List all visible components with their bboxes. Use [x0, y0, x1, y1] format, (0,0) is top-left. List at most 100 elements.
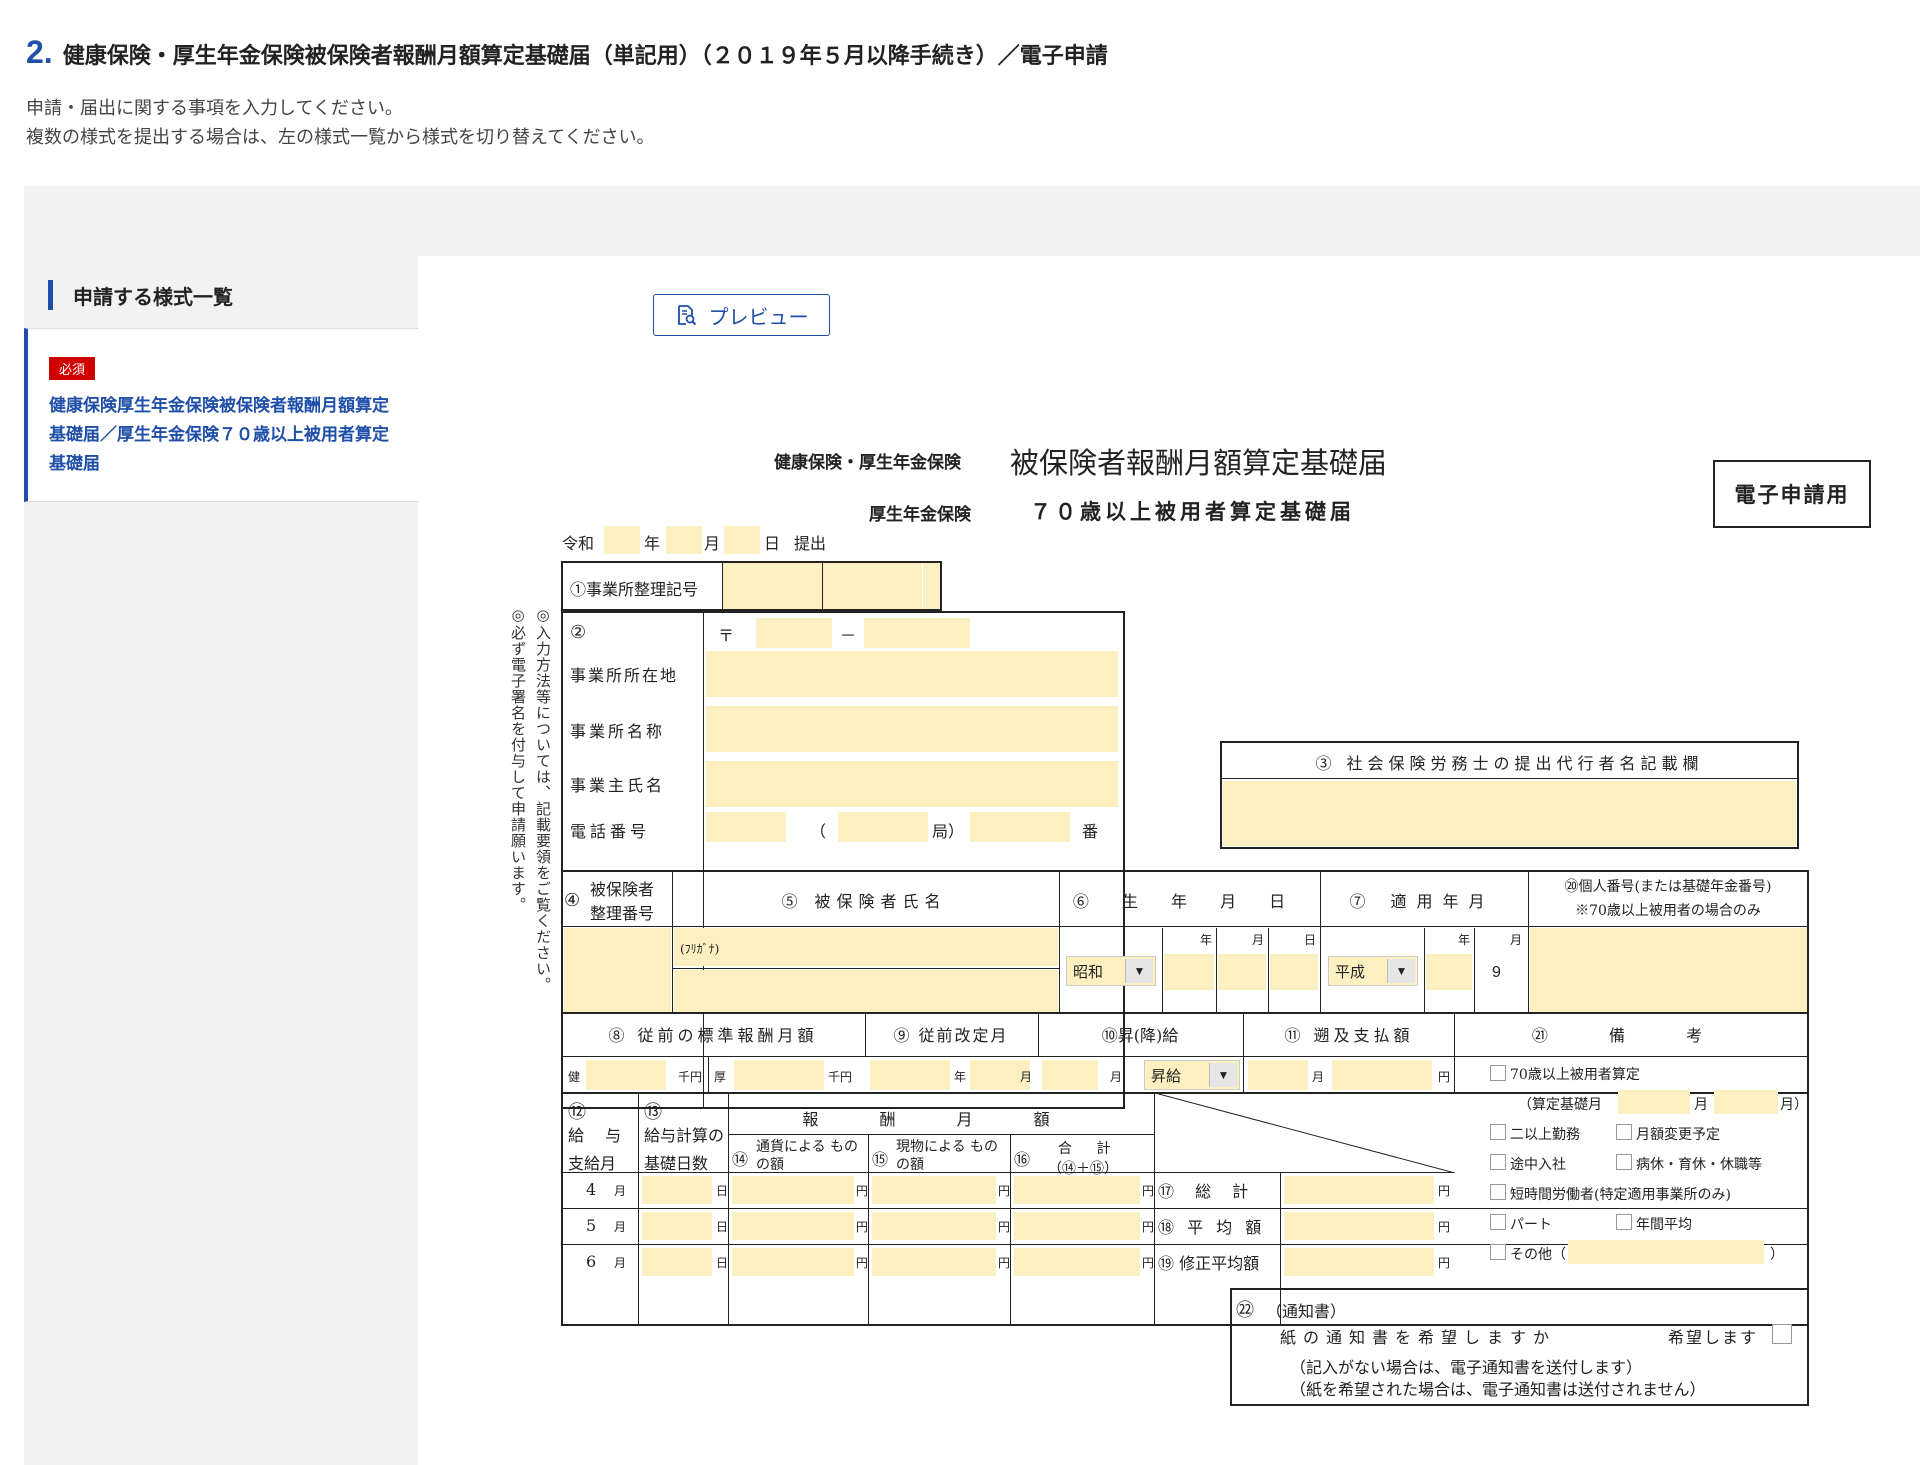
- raise-type-value: 昇給: [1151, 1067, 1182, 1085]
- birth-month-field[interactable]: [1218, 954, 1266, 990]
- average-field[interactable]: [1284, 1212, 1434, 1240]
- chevron-down-icon: ▼: [1125, 959, 1153, 983]
- owner-name-label: 事業主氏名: [570, 776, 666, 795]
- date-month-unit: 月: [704, 534, 721, 553]
- h20-line2: ※70歳以上被用者の場合のみ: [1575, 903, 1761, 919]
- form-title-prefix: 健康保険・厚生年金保険: [774, 453, 961, 472]
- birth-year-field[interactable]: [1164, 954, 1214, 990]
- notice-wish-checkbox[interactable]: [1772, 1324, 1792, 1344]
- multi-work-checkbox[interactable]: [1490, 1124, 1506, 1140]
- office-address-field[interactable]: [706, 651, 1118, 697]
- part-checkbox[interactable]: [1490, 1214, 1506, 1230]
- form-title-main: 被保険者報酬月額算定基礎届: [1010, 448, 1388, 480]
- kind-6-field[interactable]: [872, 1248, 996, 1276]
- sum-unit: 円: [1142, 1184, 1155, 1198]
- form-subtitle-prefix: 厚生年金保険: [869, 505, 971, 524]
- sidebar-item-label[interactable]: 健康保険厚生年金保険被保険者報酬月額算定基礎届／厚生年金保険７０歳以上被用者算定…: [49, 391, 399, 478]
- apply-month-unit: 月: [1510, 933, 1523, 947]
- postal-code-field-1[interactable]: [756, 618, 832, 648]
- annual-avg-label: 年間平均: [1636, 1217, 1692, 1233]
- basis-days-5-field[interactable]: [642, 1212, 712, 1240]
- other-field[interactable]: [1568, 1240, 1764, 1264]
- mid-join-label: 途中入社: [1510, 1157, 1566, 1173]
- adjusted-unit: 円: [1438, 1256, 1451, 1270]
- office-code-field-2[interactable]: [823, 563, 922, 609]
- birth-era-select[interactable]: 昭和 ▼: [1066, 956, 1156, 986]
- sum-6-field[interactable]: [1014, 1248, 1140, 1276]
- raise-month-field[interactable]: [1042, 1060, 1098, 1090]
- chevron-down-icon: ▼: [1209, 1063, 1237, 1087]
- h21-label: ㉑ 備 考: [1531, 1026, 1731, 1045]
- notice-wish-label: 希望します: [1668, 1328, 1759, 1347]
- cash-5-field[interactable]: [732, 1212, 854, 1240]
- basis-month-field-1[interactable]: [1618, 1090, 1690, 1114]
- cash-6-field[interactable]: [732, 1248, 854, 1276]
- kind-4-field[interactable]: [872, 1176, 996, 1204]
- insured-name-field[interactable]: [674, 970, 1058, 1012]
- h4-num: ④: [564, 890, 581, 911]
- apply-era-value: 平成: [1335, 963, 1366, 981]
- cash-4-field[interactable]: [732, 1176, 854, 1204]
- insured-number-field[interactable]: [564, 928, 671, 1012]
- monthly-change-checkbox[interactable]: [1616, 1124, 1632, 1140]
- kind-unit: 円: [998, 1184, 1011, 1198]
- prev-rev-year-field[interactable]: [870, 1060, 950, 1090]
- date-month-field[interactable]: [666, 526, 702, 554]
- short-time-checkbox[interactable]: [1490, 1184, 1506, 1200]
- agent-field[interactable]: [1223, 781, 1796, 846]
- h12-line3: 支給月: [568, 1154, 617, 1173]
- intro-line-2: 複数の様式を提出する場合は、左の様式一覧から様式を切り替えてください。: [26, 127, 655, 147]
- prev-std-kou-field[interactable]: [734, 1060, 824, 1090]
- h-pay-label: 報 酬 月 額: [802, 1110, 1078, 1129]
- date-submit-label: 提出: [794, 534, 827, 553]
- basis-month-close: 月）: [1780, 1097, 1808, 1113]
- retro-amount-field[interactable]: [1332, 1060, 1432, 1090]
- kind-5-field[interactable]: [872, 1212, 996, 1240]
- phone-local-field[interactable]: [838, 812, 928, 842]
- phone-area-field[interactable]: [706, 812, 786, 842]
- office-code-field-1[interactable]: [723, 563, 822, 609]
- date-year-field[interactable]: [604, 526, 640, 554]
- office-num-2: ②: [570, 622, 587, 643]
- raise-type-select[interactable]: 昇給 ▼: [1144, 1060, 1240, 1090]
- phone-number-field[interactable]: [970, 812, 1070, 842]
- basis-days-4-field[interactable]: [642, 1176, 712, 1204]
- h11-label: ⑪ 遡及支払額: [1284, 1026, 1414, 1045]
- annual-avg-checkbox[interactable]: [1616, 1214, 1632, 1230]
- office-name-field[interactable]: [706, 706, 1118, 752]
- adjusted-field[interactable]: [1284, 1248, 1434, 1276]
- owner-name-field[interactable]: [706, 761, 1118, 807]
- apply-era-select[interactable]: 平成 ▼: [1328, 956, 1418, 986]
- over70-checkbox[interactable]: [1490, 1065, 1506, 1081]
- office-address-label: 事業所所在地: [570, 666, 679, 685]
- date-day-unit: 日: [764, 534, 781, 553]
- sidebar-item-form[interactable]: 必須 健康保険厚生年金保険被保険者報酬月額算定基礎届／厚生年金保険７０歳以上被用…: [24, 328, 418, 502]
- agent-label: ③ 社会保険労務士の提出代行者名記載欄: [1315, 754, 1704, 773]
- leave-label: 病休・育休・休職等: [1636, 1157, 1762, 1173]
- other-checkbox[interactable]: [1490, 1244, 1506, 1260]
- postal-code-field-2[interactable]: [864, 618, 970, 648]
- basis-days-6-field[interactable]: [642, 1248, 712, 1276]
- sum-unit: 円: [1142, 1256, 1155, 1270]
- form-main: プレビュー ◎必ず電子署名を付与して申請願います。 ◎入力方法等については、記載…: [418, 256, 1920, 1465]
- office-code-field-3[interactable]: [923, 563, 940, 609]
- mid-join-checkbox[interactable]: [1490, 1154, 1506, 1170]
- cash-unit: 円: [856, 1256, 869, 1270]
- personal-number-field[interactable]: [1530, 928, 1807, 1012]
- notice-num: ㉒: [1236, 1300, 1254, 1321]
- basis-month-field-2[interactable]: [1714, 1090, 1778, 1114]
- date-day-field[interactable]: [724, 526, 760, 554]
- leave-checkbox[interactable]: [1616, 1154, 1632, 1170]
- apply-year-field[interactable]: [1426, 954, 1472, 990]
- cash-unit: 円: [856, 1220, 869, 1234]
- total-field[interactable]: [1284, 1176, 1434, 1204]
- birth-day-field[interactable]: [1270, 954, 1318, 990]
- retro-month-field[interactable]: [1248, 1060, 1308, 1090]
- h12-line2: 給 与: [568, 1126, 630, 1145]
- h14-label: 通貨による ものの額: [756, 1139, 859, 1173]
- sum-4-field[interactable]: [1014, 1176, 1140, 1204]
- prev-std-ken-field[interactable]: [586, 1060, 666, 1090]
- form-list-sidebar: 申請する様式一覧 必須 健康保険厚生年金保険被保険者報酬月額算定基礎届／厚生年金…: [24, 256, 418, 1465]
- sum-5-field[interactable]: [1014, 1212, 1140, 1240]
- furigana-field[interactable]: [674, 928, 1058, 966]
